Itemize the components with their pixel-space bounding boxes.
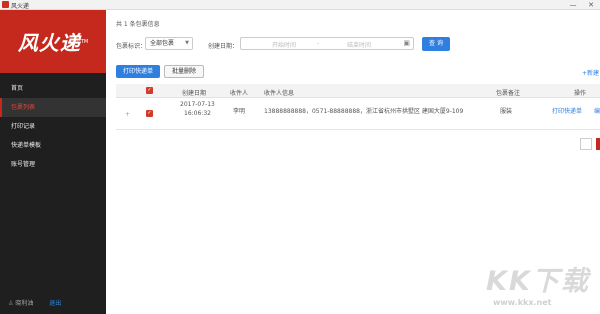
tag-filter-value: 全部包裹	[150, 40, 175, 47]
close-button[interactable]: ✕	[584, 0, 598, 10]
row-recipient-info: 13888888888，0571-88888888，浙江省杭州市拱墅区 建国大厦…	[264, 108, 464, 115]
window-title: 风火递	[11, 3, 30, 10]
chevron-down-icon: ▼	[185, 40, 189, 46]
window-titlebar: 风火递 — ✕	[0, 0, 600, 10]
tag-filter-select[interactable]: 全部包裹 ▼	[145, 37, 193, 50]
tag-filter-label: 包裹标识：	[116, 43, 147, 50]
row-note: 服装	[500, 108, 513, 115]
row-date: 2017-07-13	[180, 101, 215, 108]
user-panel: ♙ 晓利油 退出	[8, 298, 61, 307]
print-waybill-button[interactable]: 打印快递单	[116, 65, 160, 78]
new-package-link[interactable]: +新建	[582, 68, 599, 77]
sidebar-item-home[interactable]: 首页	[0, 79, 106, 98]
end-date-placeholder[interactable]: 结束时间	[347, 40, 371, 49]
column-header-note: 包裹备注	[496, 90, 521, 97]
watermark: KK下载 www.kkx.net	[476, 255, 600, 314]
table-row: + ✓ 2017-07-13 16:06:32 李明 13888888888，0…	[116, 98, 600, 130]
package-count: 共 1 条包裹信息	[116, 21, 160, 28]
sidebar-item-package-list[interactable]: 包裹列表	[0, 98, 106, 117]
minimize-button[interactable]: —	[566, 0, 580, 10]
sidebar-item-print-records[interactable]: 打印记录	[0, 117, 106, 136]
row-recipient: 李明	[233, 108, 246, 115]
calendar-icon[interactable]: ▣	[403, 39, 410, 47]
sidebar-nav: 首页 包裹列表 打印记录 快递单模板 账号管理	[0, 79, 106, 174]
column-header-date: 创建日期	[182, 90, 207, 97]
table-header: ✓ 创建日期 收件人 收件人信息 包裹备注 操作	[116, 84, 600, 98]
watermark-text: KK下载	[486, 266, 590, 297]
date-filter-label: 创建日期：	[208, 43, 239, 50]
row-time: 16:06:32	[184, 110, 211, 117]
prev-page-button[interactable]	[580, 138, 592, 150]
start-date-placeholder[interactable]: 开始时间	[272, 40, 296, 49]
row-checkbox[interactable]: ✓	[146, 110, 153, 117]
sidebar: 风火递 TM 首页 包裹列表 打印记录 快递单模板 账号管理 ♙ 晓利油 退出	[0, 10, 106, 314]
batch-delete-button[interactable]: 批量删除	[164, 65, 204, 78]
logo-text: 风火递	[17, 31, 81, 55]
logo-tm: TM	[80, 38, 89, 45]
sidebar-item-waybill-templates[interactable]: 快递单模板	[0, 136, 106, 155]
column-header-actions: 操作	[574, 90, 587, 97]
user-icon: ♙	[8, 300, 14, 307]
column-header-recipient: 收件人	[230, 90, 249, 97]
logout-link[interactable]: 退出	[49, 300, 61, 307]
column-header-recipient-info: 收件人信息	[264, 90, 295, 97]
watermark-url: www.kkx.net	[493, 298, 552, 307]
select-all-checkbox[interactable]: ✓	[146, 87, 153, 94]
query-button[interactable]: 查 询	[422, 37, 450, 51]
brand-logo: 风火递 TM	[0, 10, 106, 73]
edit-link[interactable]: 编	[594, 106, 600, 115]
app-icon	[2, 1, 9, 8]
user-name: 晓利油	[15, 300, 34, 307]
expand-row-icon[interactable]: +	[125, 111, 130, 118]
date-range-input[interactable]: 开始时间 - 结束时间 ▣	[240, 37, 414, 50]
current-page-button[interactable]	[596, 138, 600, 150]
date-separator: -	[317, 40, 320, 47]
print-waybill-link[interactable]: 打印快递单	[552, 106, 582, 115]
sidebar-item-account[interactable]: 账号管理	[0, 155, 106, 174]
